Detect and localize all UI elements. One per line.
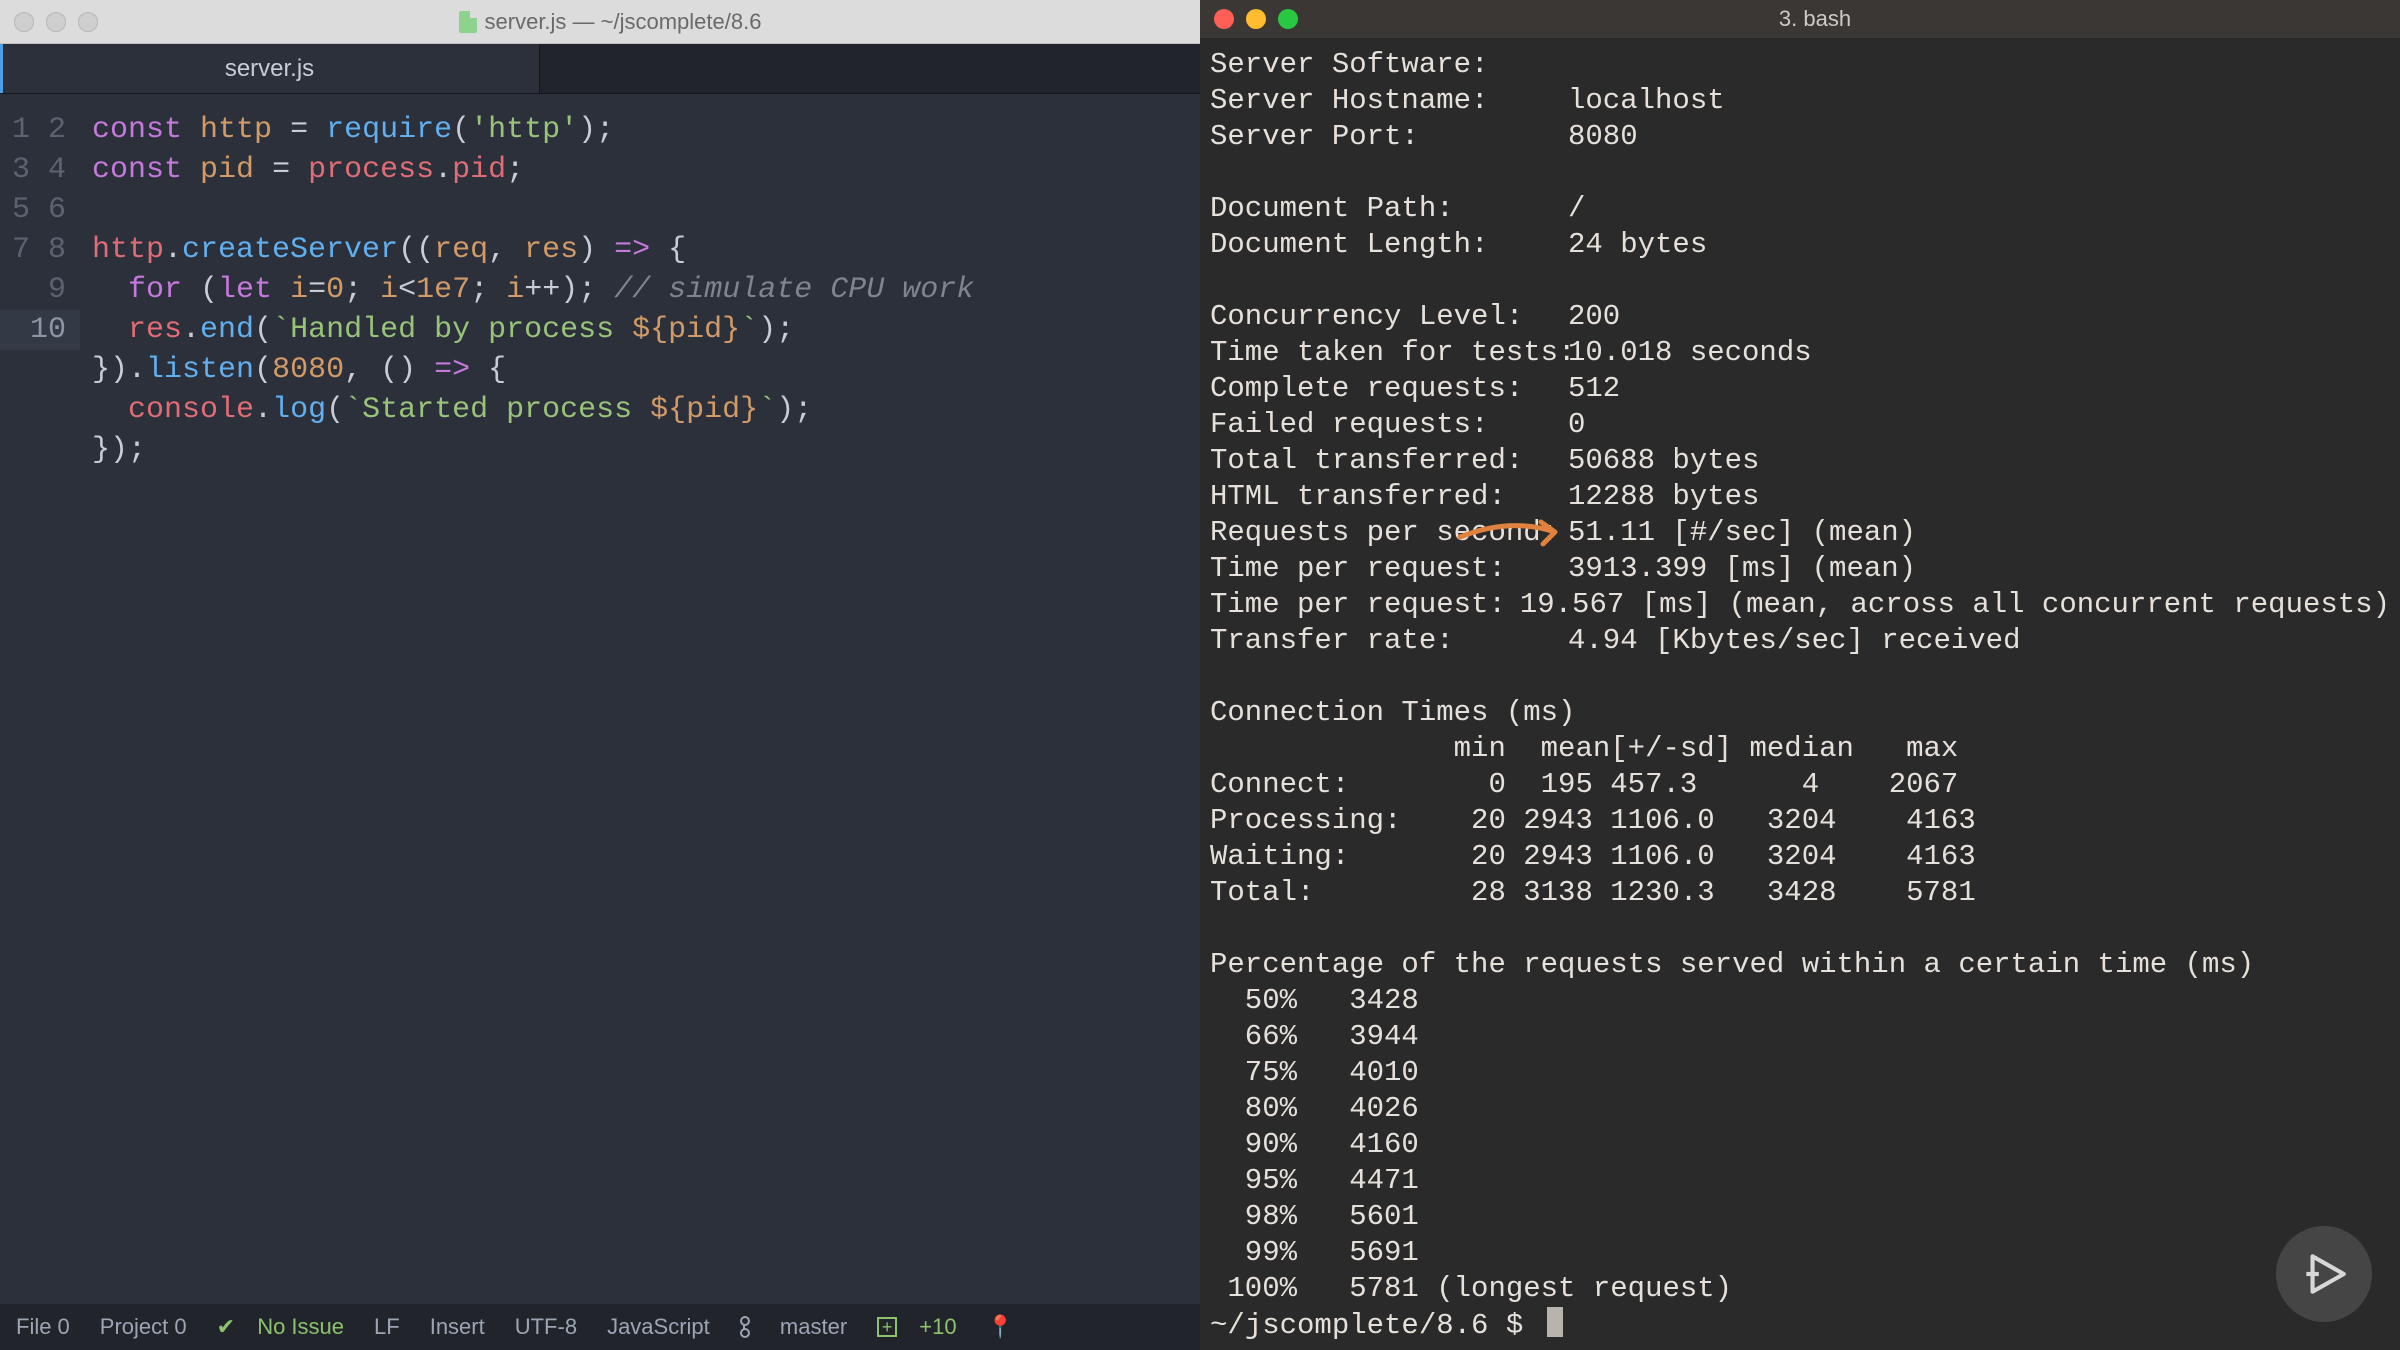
sb-issue[interactable]: ✔ No Issue — [217, 1314, 344, 1340]
zoom-icon[interactable] — [78, 12, 98, 32]
terminal-titlebar: 3. bash — [1200, 0, 2400, 39]
line-gutter: 1 2 3 4 5 6 7 8 9 10 — [0, 94, 80, 1304]
check-icon: ✔ — [217, 1314, 235, 1340]
pin-icon[interactable]: 📍 — [987, 1314, 1014, 1340]
code-area[interactable]: 1 2 3 4 5 6 7 8 9 10 const http = requir… — [0, 94, 1200, 1304]
editor-titlebar: server.js — ~/jscomplete/8.6 — [0, 0, 1200, 44]
file-icon — [459, 11, 477, 33]
close-icon[interactable] — [14, 12, 34, 32]
editor-window: server.js — ~/jscomplete/8.6 server.js 1… — [0, 0, 1200, 1350]
editor-tabbar: server.js — [0, 44, 1200, 94]
sb-branch[interactable]: master — [740, 1314, 847, 1340]
sb-language[interactable]: JavaScript — [607, 1314, 710, 1340]
sb-project[interactable]: Project 0 — [100, 1314, 187, 1340]
plus-icon: + — [877, 1317, 897, 1337]
editor-title-text: server.js — ~/jscomplete/8.6 — [485, 9, 762, 35]
code-content[interactable]: const http = require('http'); const pid … — [80, 94, 1200, 1304]
close-icon[interactable] — [1214, 9, 1234, 29]
sb-insert[interactable]: Insert — [430, 1314, 485, 1340]
sb-diff[interactable]: + +10 — [877, 1314, 956, 1340]
minimize-icon[interactable] — [1246, 9, 1266, 29]
terminal-window: 3. bash Server Software:Server Hostname:… — [1200, 0, 2400, 1350]
sb-encoding[interactable]: UTF-8 — [515, 1314, 577, 1340]
git-branch-icon — [740, 1316, 758, 1338]
zoom-icon[interactable] — [1278, 9, 1298, 29]
terminal-output[interactable]: Server Software:Server Hostname:localhos… — [1200, 39, 2400, 1350]
editor-statusbar: File 0 Project 0 ✔ No Issue LF Insert UT… — [0, 1304, 1200, 1350]
minimize-icon[interactable] — [46, 12, 66, 32]
sb-file[interactable]: File 0 — [16, 1314, 70, 1340]
editor-title: server.js — ~/jscomplete/8.6 — [110, 9, 1200, 35]
terminal-title: 3. bash — [1310, 6, 2400, 32]
tab-server-js[interactable]: server.js — [0, 44, 540, 93]
play-badge-icon — [2276, 1226, 2372, 1322]
tab-label: server.js — [225, 55, 314, 83]
window-controls[interactable] — [14, 12, 98, 32]
sb-eol[interactable]: LF — [374, 1314, 400, 1340]
